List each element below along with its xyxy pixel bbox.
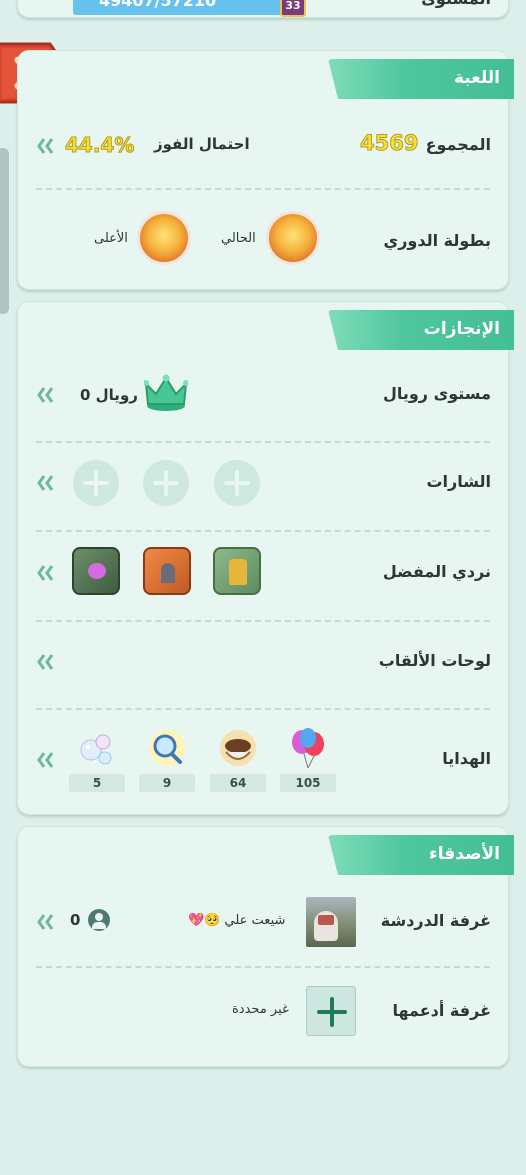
title-plates-label: لوحات الألقاب (378, 651, 491, 670)
league-label: بطولة الدوري (383, 231, 491, 250)
friends-title: الأصدقاء (429, 844, 500, 864)
coffee-cup-icon (220, 730, 256, 766)
badges-label: الشارات (426, 472, 491, 491)
magnifier-icon (149, 730, 185, 766)
divider (36, 441, 490, 443)
badge-slot-plus-icon[interactable] (143, 460, 189, 506)
gifts-expand-icon[interactable] (36, 749, 56, 771)
favorite-dice-label: نردي المفضل (382, 562, 491, 581)
xp-text: 49407/57210 (99, 0, 217, 10)
game-card: اللعبة المجموع 4569 احتمال الفوز 44.4% ب… (17, 50, 514, 290)
gift-item[interactable]: 5 (69, 726, 125, 792)
achievements-title: الإنجازات (423, 319, 500, 339)
level-card: 49407/57210 33 المستوى (17, 0, 509, 18)
gift-count: 9 (139, 774, 195, 792)
win-chance-label: احتمال الفوز (154, 135, 250, 153)
game-stats-expand-icon[interactable] (36, 135, 56, 157)
support-room-value: غير محددة (232, 1002, 289, 1017)
gift-item[interactable]: 105 (280, 726, 336, 792)
xp-progress-bar: 49407/57210 (73, 0, 293, 15)
gift-item[interactable]: 9 (139, 726, 195, 792)
chat-room-name: شيعت علي 🥺💖 (188, 913, 286, 928)
level-badge-number: 33 (285, 0, 301, 12)
divider (36, 530, 490, 532)
game-title-ribbon: اللعبة (328, 59, 514, 99)
gift-item[interactable]: 64 (210, 726, 266, 792)
friends-title-ribbon: الأصدقاء (328, 835, 514, 875)
crown-icon (143, 374, 189, 412)
dice-expand-icon[interactable] (36, 562, 56, 584)
chat-room-expand-icon[interactable] (36, 911, 56, 933)
royal-level-value: رويال 0 (80, 386, 138, 404)
pharaoh-dice-icon (213, 547, 261, 595)
current-label: الحالي (221, 231, 256, 246)
balloons-icon (292, 728, 324, 769)
divider (36, 708, 490, 710)
plus-icon (317, 997, 347, 1027)
bubbles-icon (80, 734, 112, 765)
highest-label: الأعلى (94, 231, 128, 246)
badges-expand-icon[interactable] (36, 472, 56, 494)
chat-room-user-count: 0 (70, 911, 81, 929)
royal-expand-icon[interactable] (36, 384, 56, 406)
chat-room-label: غرفة الدردشة (380, 911, 491, 930)
chat-room-avatar[interactable] (306, 897, 356, 947)
side-scroll-handle[interactable] (0, 148, 9, 314)
gifts-label: الهدايا (442, 749, 491, 768)
level-badge: 33 (280, 0, 306, 17)
total-label: المجموع (425, 135, 491, 154)
gift-count: 5 (69, 774, 125, 792)
gift-count: 105 (280, 774, 336, 792)
title-plates-expand-icon[interactable] (36, 651, 56, 673)
achievements-card: الإنجازات مستوى رويال رويال 0 الشارات نر… (17, 301, 514, 815)
badge-slot-plus-icon[interactable] (214, 460, 260, 506)
friends-card: الأصدقاء غرفة الدردشة شيعت علي 🥺💖 0 غرفة… (17, 826, 514, 1067)
achievements-title-ribbon: الإنجازات (328, 310, 514, 350)
user-icon (88, 909, 110, 931)
current-league-medal-icon (266, 211, 320, 265)
win-chance-value: 44.4% (64, 133, 135, 158)
gift-count: 64 (210, 774, 266, 792)
divider (36, 188, 490, 190)
game-title: اللعبة (454, 68, 500, 88)
brick-dice-icon (143, 547, 191, 595)
jungle-dice-icon (72, 547, 120, 595)
add-support-room-button[interactable] (306, 986, 356, 1036)
highest-league-medal-icon (137, 211, 191, 265)
royal-level-label: مستوى رويال (382, 384, 491, 403)
support-room-label: غرفة أدعمها (392, 1001, 491, 1020)
divider (36, 966, 490, 968)
divider (36, 620, 490, 622)
badge-slot-plus-icon[interactable] (73, 460, 119, 506)
total-value: 4569 (359, 131, 419, 156)
level-label: المستوى (421, 0, 491, 8)
